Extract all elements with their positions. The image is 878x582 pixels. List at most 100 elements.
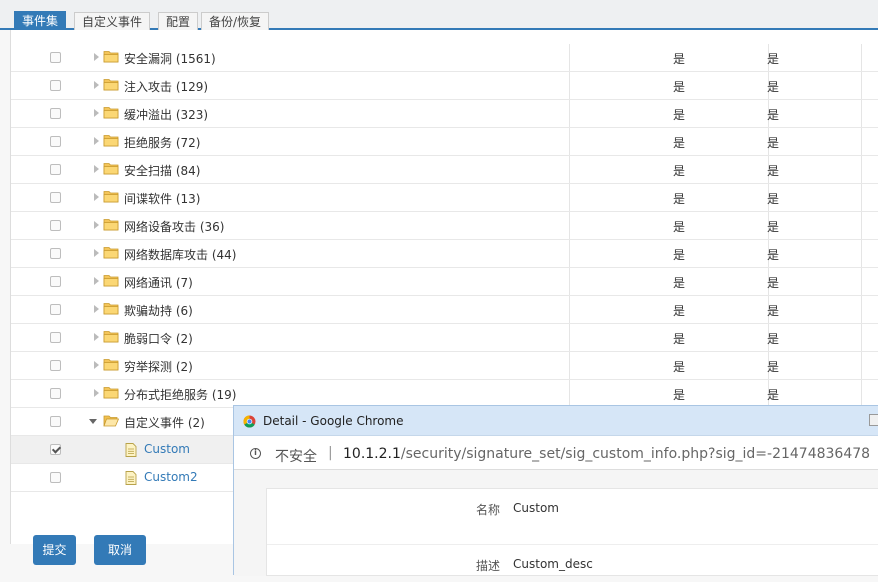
row-checkbox[interactable]: [50, 248, 61, 259]
row-checkbox[interactable]: [50, 52, 61, 63]
enabled-value: 是: [767, 276, 780, 290]
submit-button[interactable]: 提交: [33, 535, 76, 565]
row-checkbox[interactable]: [50, 136, 61, 147]
popup-title-bar[interactable]: Detail - Google Chrome: [234, 406, 878, 436]
column-divider: [861, 324, 862, 351]
expand-arrow-icon[interactable]: [94, 109, 99, 117]
table-row[interactable]: 分布式拒绝服务 (19) 是 是: [11, 380, 878, 408]
row-checkbox[interactable]: [50, 276, 61, 287]
tree-node-label[interactable]: 缓冲溢出 (323): [124, 106, 208, 123]
column-divider: [861, 184, 862, 211]
tree-node-label[interactable]: 安全漏洞 (1561): [124, 50, 216, 67]
row-checkbox[interactable]: [50, 416, 61, 427]
table-row[interactable]: 安全扫描 (84) 是 是: [11, 156, 878, 184]
tab-event-set[interactable]: 事件集: [14, 11, 67, 30]
expand-arrow-icon[interactable]: [94, 389, 99, 397]
table-row[interactable]: 穷举探测 (2) 是 是: [11, 352, 878, 380]
expand-arrow-icon[interactable]: [94, 81, 99, 89]
enabled-value: 是: [767, 220, 780, 234]
column-divider: [861, 212, 862, 239]
popup-page: 名称 Custom 描述 Custom_desc: [234, 470, 878, 576]
detail-popup-window[interactable]: Detail - Google Chrome i 不安全 | 10.1.2.1/…: [233, 405, 878, 576]
tree-node-label[interactable]: 网络设备攻击 (36): [124, 218, 224, 235]
table-row[interactable]: 缓冲溢出 (323) 是 是: [11, 100, 878, 128]
cancel-button[interactable]: 取消: [94, 535, 146, 565]
url-text[interactable]: 10.1.2.1/security/signature_set/sig_cust…: [343, 446, 870, 462]
column-divider: [569, 240, 570, 267]
enabled-value: 是: [673, 276, 686, 290]
tree-node-label[interactable]: 间谍软件 (13): [124, 190, 200, 207]
tree-node-label[interactable]: 欺骗劫持 (6): [124, 302, 193, 319]
tab-config[interactable]: 配置: [158, 12, 199, 30]
tree-leaf-label[interactable]: Custom2: [144, 470, 198, 484]
table-row[interactable]: 网络设备攻击 (36) 是 是: [11, 212, 878, 240]
tree-node-label[interactable]: 脆弱口令 (2): [124, 330, 193, 347]
enabled-value: 是: [767, 360, 780, 374]
expand-arrow-icon[interactable]: [94, 193, 99, 201]
row-checkbox[interactable]: [50, 332, 61, 343]
row-checkbox[interactable]: [50, 444, 61, 455]
row-checkbox[interactable]: [50, 388, 61, 399]
folder-icon: [103, 274, 119, 287]
info-icon[interactable]: i: [250, 448, 261, 459]
table-row[interactable]: 网络通讯 (7) 是 是: [11, 268, 878, 296]
row-checkbox[interactable]: [50, 360, 61, 371]
expand-arrow-icon[interactable]: [94, 137, 99, 145]
table-row[interactable]: 网络数据库攻击 (44) 是 是: [11, 240, 878, 268]
url-path: /security/signature_set/sig_custom_info.…: [400, 446, 871, 462]
expand-arrow-icon[interactable]: [94, 165, 99, 173]
folder-icon: [103, 162, 119, 175]
enabled-value: 是: [767, 136, 780, 150]
column-divider: [861, 44, 862, 71]
tree-node-label[interactable]: 拒绝服务 (72): [124, 134, 200, 151]
enabled-value: 是: [767, 248, 780, 262]
tree-node-label[interactable]: 网络数据库攻击 (44): [124, 246, 236, 263]
minimize-button[interactable]: [869, 414, 878, 426]
table-row[interactable]: 欺骗劫持 (6) 是 是: [11, 296, 878, 324]
column-divider: [861, 352, 862, 379]
expand-arrow-icon[interactable]: [94, 277, 99, 285]
row-checkbox[interactable]: [50, 472, 61, 483]
tree-node-label[interactable]: 网络通讯 (7): [124, 274, 193, 291]
expand-arrow-icon[interactable]: [94, 221, 99, 229]
table-row[interactable]: 安全漏洞 (1561) 是 是: [11, 44, 878, 72]
row-checkbox[interactable]: [50, 80, 61, 91]
enabled-value: 是: [767, 80, 780, 94]
table-row[interactable]: 拒绝服务 (72) 是 是: [11, 128, 878, 156]
column-divider: [569, 324, 570, 351]
tab-custom-events[interactable]: 自定义事件: [74, 12, 151, 30]
address-bar[interactable]: i 不安全 | 10.1.2.1/security/signature_set/…: [234, 436, 878, 470]
row-checkbox[interactable]: [50, 164, 61, 175]
column-divider: [569, 268, 570, 295]
tree-node-label[interactable]: 自定义事件 (2): [124, 414, 205, 431]
tree-node-label[interactable]: 注入攻击 (129): [124, 78, 208, 95]
tab-backup-restore[interactable]: 备份/恢复: [201, 12, 270, 30]
tree-node-label[interactable]: 穷举探测 (2): [124, 358, 193, 375]
enabled-value: 是: [767, 388, 780, 402]
table-row[interactable]: 脆弱口令 (2) 是 是: [11, 324, 878, 352]
enabled-value: 是: [767, 52, 780, 66]
expand-arrow-icon[interactable]: [94, 249, 99, 257]
row-checkbox[interactable]: [50, 108, 61, 119]
expand-arrow-icon[interactable]: [94, 361, 99, 369]
expand-arrow-icon[interactable]: [94, 305, 99, 313]
enabled-value: 是: [767, 304, 780, 318]
collapse-arrow-icon[interactable]: [89, 419, 97, 424]
folder-icon: [103, 218, 119, 231]
row-checkbox[interactable]: [50, 192, 61, 203]
expand-arrow-icon[interactable]: [94, 53, 99, 61]
table-row[interactable]: 注入攻击 (129) 是 是: [11, 72, 878, 100]
enabled-value: 是: [673, 164, 686, 178]
folder-icon: [103, 386, 119, 399]
tree-node-label[interactable]: 分布式拒绝服务 (19): [124, 386, 236, 403]
document-icon: [125, 471, 137, 485]
row-checkbox[interactable]: [50, 220, 61, 231]
enabled-value: 是: [767, 164, 780, 178]
folder-icon: [103, 246, 119, 259]
tree-node-label[interactable]: 安全扫描 (84): [124, 162, 200, 179]
table-row[interactable]: 间谍软件 (13) 是 是: [11, 184, 878, 212]
expand-arrow-icon[interactable]: [94, 333, 99, 341]
row-checkbox[interactable]: [50, 304, 61, 315]
enabled-value: 是: [673, 136, 686, 150]
tree-leaf-label[interactable]: Custom: [144, 442, 190, 456]
